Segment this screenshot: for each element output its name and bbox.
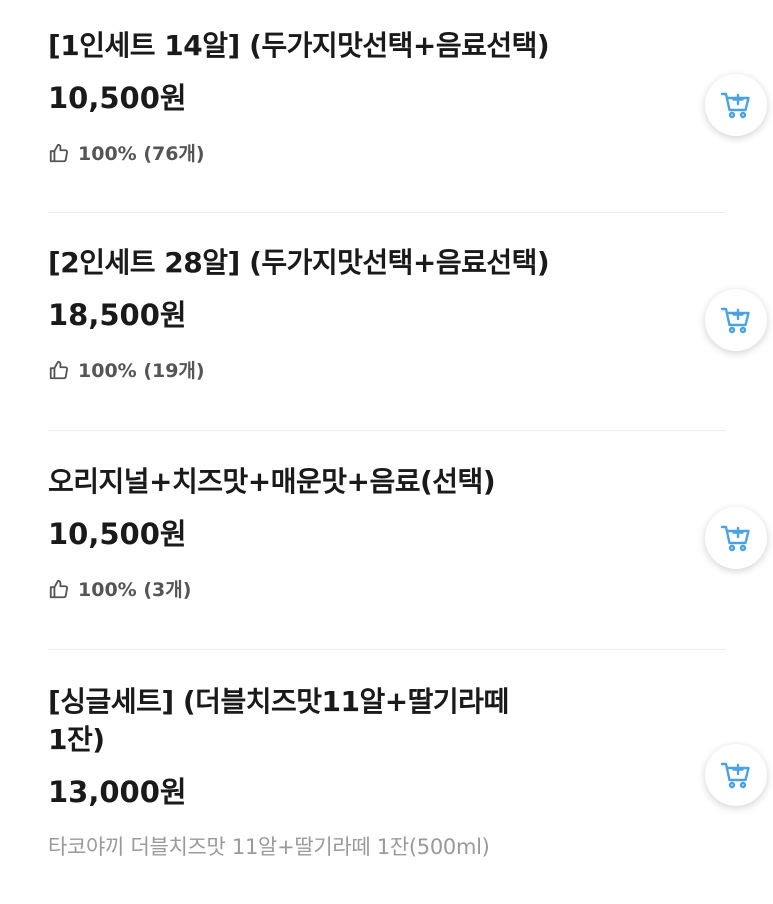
menu-item-text: 오리지널+치즈맛+매운맛+음료(선택) 10,500원 100% (3개) xyxy=(48,463,725,602)
add-to-cart-icon xyxy=(720,307,750,334)
menu-item-price: 10,500원 xyxy=(48,517,187,551)
menu-item-name: [1인세트 14알] (두가지맛선택+음료선택) xyxy=(48,29,550,62)
menu-item-price: 18,500원 xyxy=(48,298,187,332)
menu-item[interactable]: 오리지널+치즈맛+매운맛+음료(선택) 10,500원 100% (3개) xyxy=(48,431,767,650)
menu-item[interactable]: [2인세트 28알] (두가지맛선택+음료선택) 18,500원 100% (1… xyxy=(48,213,767,431)
menu-item-name: [2인세트 28알] (두가지맛선택+음료선택) xyxy=(48,246,550,279)
add-to-cart-icon xyxy=(720,92,750,119)
menu-item-rating: 100% (3개) xyxy=(48,575,615,602)
menu-item-name-line1: [싱글세트] (더블치즈맛11알+딸기라떼 xyxy=(48,685,509,718)
add-to-cart-icon xyxy=(720,762,750,789)
menu-item-rating-text: 100% (76개) xyxy=(78,143,205,165)
menu-list: [1인세트 14알] (두가지맛선택+음료선택) 10,500원 100% (7… xyxy=(0,0,773,904)
add-to-cart-button[interactable] xyxy=(705,74,767,136)
thumbs-up-icon xyxy=(48,359,70,381)
menu-item-text: [2인세트 28알] (두가지맛선택+음료선택) 18,500원 100% (1… xyxy=(48,244,725,383)
menu-item-name-line2: 1잔) xyxy=(48,723,105,756)
menu-item-price: 10,500원 xyxy=(48,81,187,115)
menu-item-text: [1인세트 14알] (두가지맛선택+음료선택) 10,500원 100% (7… xyxy=(48,27,725,166)
menu-item-rating: 100% (76개) xyxy=(48,139,615,166)
menu-item[interactable]: [1인세트 14알] (두가지맛선택+음료선택) 10,500원 100% (7… xyxy=(48,0,767,213)
menu-item-description: 타코야끼 더블치즈맛 11알+딸기라떼 1잔(500ml) xyxy=(48,835,490,859)
menu-item-rating-text: 100% (3개) xyxy=(78,579,192,601)
menu-item-name: 오리지널+치즈맛+매운맛+음료(선택) xyxy=(48,465,496,498)
thumbs-up-icon xyxy=(48,142,70,164)
thumbs-up-icon xyxy=(48,578,70,600)
add-to-cart-button[interactable] xyxy=(705,289,767,351)
menu-item[interactable]: [싱글세트] (더블치즈맛11알+딸기라떼 1잔) 13,000원 타코야끼 더… xyxy=(48,650,767,904)
add-to-cart-icon xyxy=(720,525,750,552)
menu-item-rating: 100% (19개) xyxy=(48,356,615,383)
add-to-cart-button[interactable] xyxy=(705,744,767,806)
menu-item-price: 13,000원 xyxy=(48,775,187,809)
menu-item-text: [싱글세트] (더블치즈맛11알+딸기라떼 1잔) 13,000원 타코야끼 더… xyxy=(48,683,725,861)
menu-item-rating-text: 100% (19개) xyxy=(78,360,205,382)
add-to-cart-button[interactable] xyxy=(705,507,767,569)
